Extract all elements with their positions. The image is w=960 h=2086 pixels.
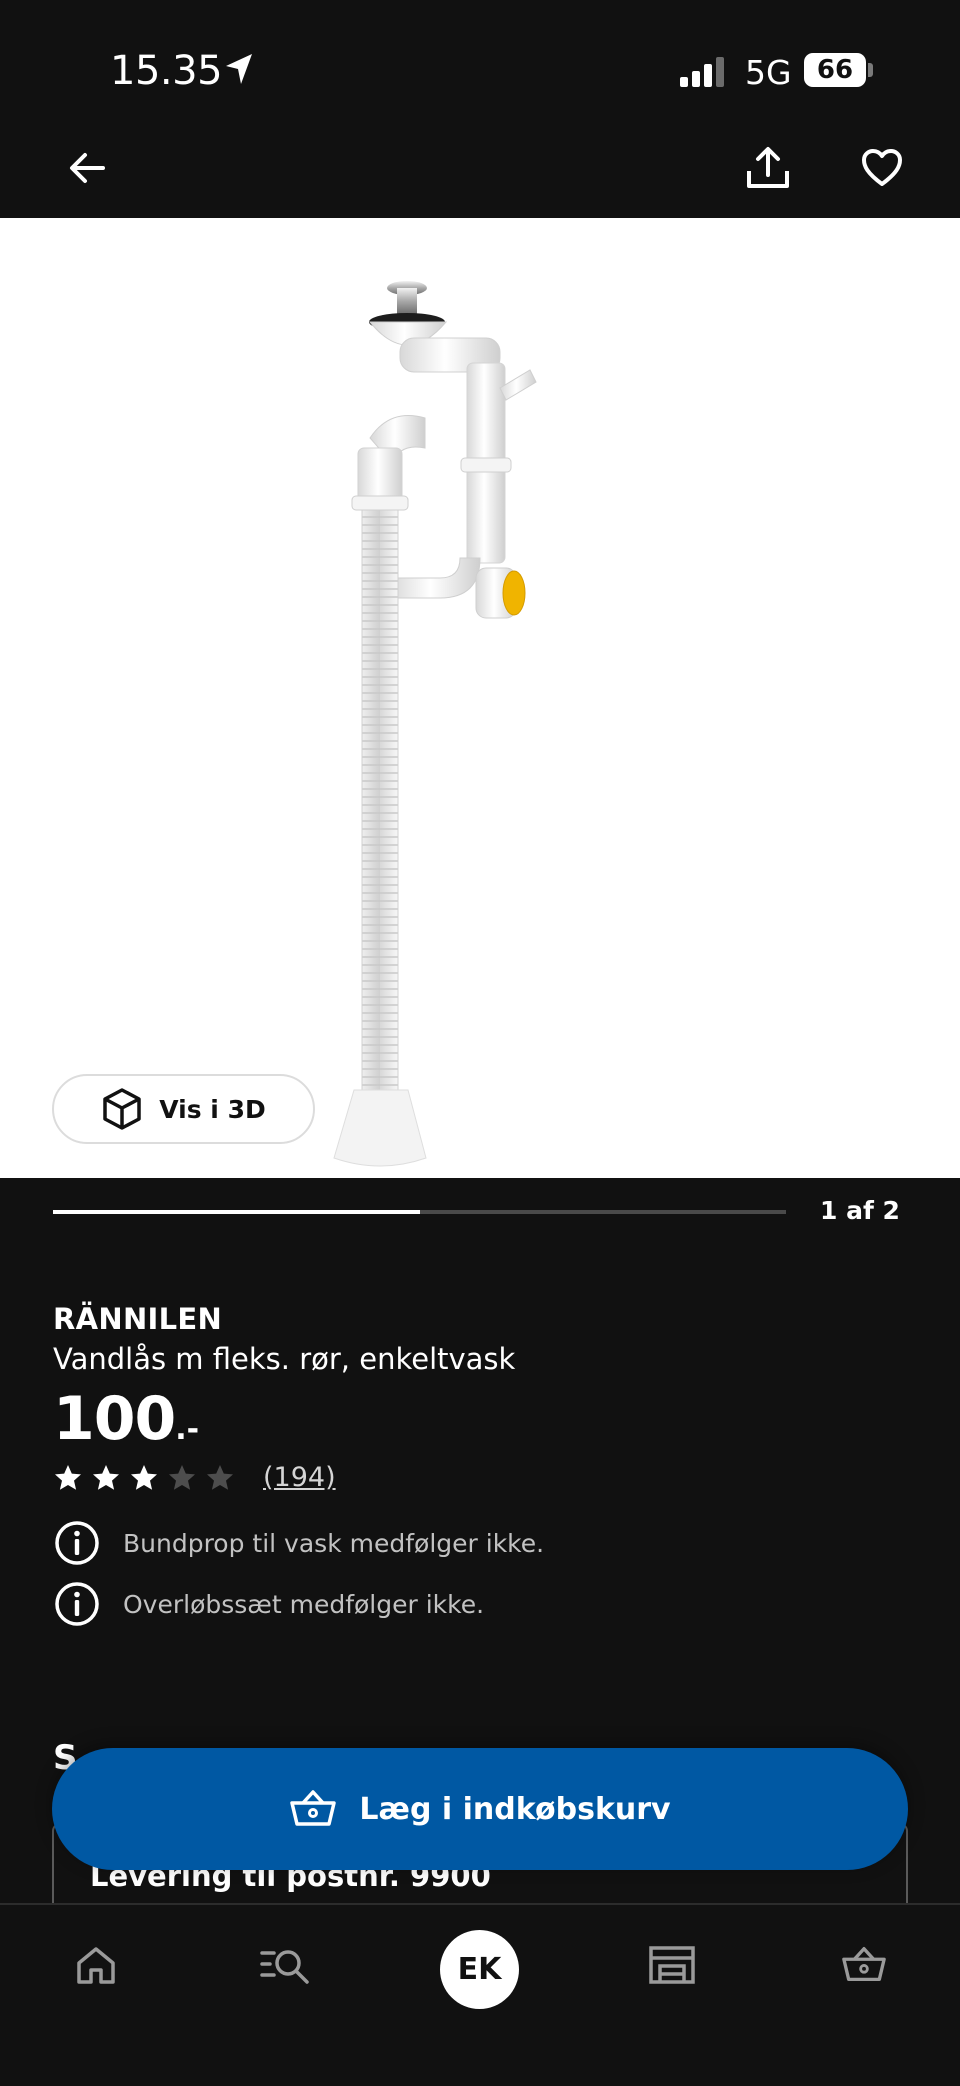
- image-progress-fill: [53, 1210, 420, 1214]
- product-note-text: Bundprop til vask medfølger ikke.: [123, 1528, 545, 1558]
- star-filled-icon: [131, 1464, 157, 1490]
- star-filled-icon: [55, 1464, 81, 1490]
- back-button[interactable]: [55, 136, 119, 200]
- product-note-bottom-plug: Bundprop til vask medfølger ikke.: [53, 1519, 544, 1567]
- bottom-tab-bar: EK: [0, 1903, 960, 2086]
- image-progress-track: [53, 1210, 786, 1214]
- basket-icon: [290, 1790, 337, 1826]
- product-rating[interactable]: (194): [53, 1462, 336, 1493]
- tab-basket[interactable]: [832, 1933, 896, 1997]
- basket-icon: [842, 1947, 886, 1982]
- review-count-link[interactable]: (194): [263, 1462, 336, 1493]
- network-label: 5G: [745, 53, 792, 92]
- product-image-carousel[interactable]: Vis i 3D: [0, 218, 960, 1178]
- add-to-cart-button[interactable]: Læg i indkøbskurv: [52, 1748, 908, 1870]
- battery-icon: 66: [804, 53, 866, 87]
- cube-3d-icon: [103, 1088, 141, 1130]
- product-description: Vandlås m fleks. rør, enkeltvask: [53, 1342, 516, 1376]
- product-price: 100.-: [53, 1384, 199, 1454]
- star-empty-icon: [169, 1464, 195, 1490]
- price-suffix: .-: [175, 1412, 200, 1447]
- star-filled-icon: [93, 1464, 119, 1490]
- store-icon: [649, 1946, 695, 1984]
- price-value: 100: [53, 1384, 176, 1454]
- carousel-indicator: 1 af 2: [0, 1178, 960, 1248]
- view-3d-label: Vis i 3D: [159, 1094, 266, 1124]
- tab-stores[interactable]: [640, 1933, 704, 1997]
- image-page-counter: 1 af 2: [820, 1196, 900, 1225]
- nav-bar: [0, 120, 960, 218]
- favorite-button[interactable]: [850, 136, 914, 200]
- share-button[interactable]: [736, 136, 800, 200]
- home-icon: [77, 1947, 115, 1984]
- info-icon: [55, 1582, 99, 1626]
- product-brand: RÄNNILEN: [53, 1302, 223, 1336]
- share-icon: [747, 147, 789, 188]
- status-time: 15.35: [110, 48, 223, 94]
- tab-home[interactable]: [64, 1933, 128, 1997]
- info-icon: [55, 1521, 99, 1565]
- arrow-left-icon: [70, 153, 105, 183]
- view-3d-button[interactable]: Vis i 3D: [52, 1074, 315, 1144]
- tab-search[interactable]: [254, 1933, 318, 1997]
- location-arrow-icon: [226, 54, 252, 84]
- add-to-cart-label: Læg i indkøbskurv: [359, 1791, 671, 1827]
- product-image: [333, 281, 537, 1167]
- profile-avatar[interactable]: EK: [440, 1930, 519, 2009]
- search-list-icon: [260, 1950, 309, 1984]
- battery-level: 66: [816, 55, 854, 85]
- product-note-overflow-set: Overløbssæt medfølger ikke.: [53, 1580, 484, 1628]
- signal-strength-icon: [680, 57, 724, 87]
- status-bar: 15.35 5G 66: [0, 0, 960, 120]
- heart-icon: [862, 149, 902, 186]
- product-note-text: Overløbssæt medfølger ikke.: [123, 1589, 485, 1619]
- battery-nub: [868, 63, 873, 77]
- star-empty-icon: [207, 1464, 233, 1490]
